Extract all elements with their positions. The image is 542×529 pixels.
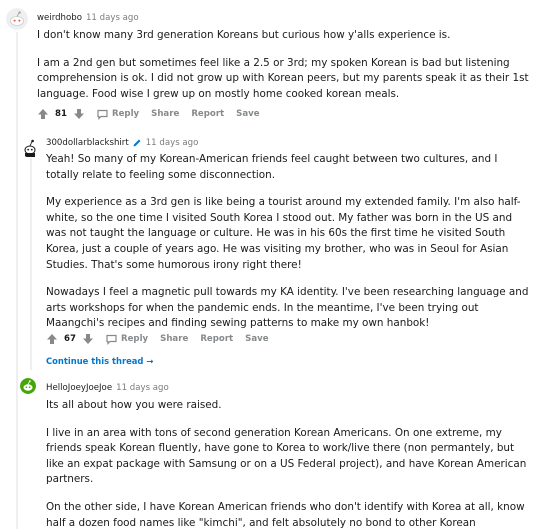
upvote-icon[interactable] (37, 108, 49, 120)
upvote-icon[interactable] (46, 333, 58, 345)
downvote-icon[interactable] (73, 108, 85, 120)
reply-button[interactable]: Reply (106, 334, 148, 345)
comment-body: Yeah! So many of my Korean-American frie… (46, 152, 532, 332)
downvote-icon[interactable] (82, 333, 94, 345)
comment-paragraph: Nowadays I feel a magnetic pull towards … (46, 286, 529, 330)
comment-meta: HelloJoeyJoeJoe 11 days ago (46, 383, 169, 393)
snoo-avatar-icon (20, 378, 36, 394)
comment-bubble-icon (97, 109, 108, 120)
snoo-avatar-icon (6, 8, 28, 30)
comment-body: Its all about how you were raised. I liv… (46, 398, 532, 529)
comment-paragraph: I am a 2nd gen but sometimes feel like a… (37, 56, 529, 100)
username[interactable]: HelloJoeyJoeJoe (46, 383, 112, 393)
share-button[interactable]: Share (151, 109, 179, 119)
reply-button[interactable]: Reply (97, 109, 139, 120)
comment-actions: 67 Reply Share Report Save (46, 333, 269, 345)
save-button[interactable]: Save (236, 109, 259, 119)
username[interactable]: weirdhobo (37, 13, 82, 23)
continue-thread-link[interactable]: Continue this thread → (46, 356, 153, 366)
snoo-avatar-icon (20, 136, 42, 158)
comment-bubble-icon (106, 334, 117, 345)
share-button[interactable]: Share (160, 334, 188, 344)
comment-body: I don't know many 3rd generation Koreans… (37, 28, 532, 102)
timestamp[interactable]: 11 days ago (116, 383, 169, 393)
comment-paragraph: I live in an area with tons of second ge… (46, 426, 527, 486)
vote-score: 67 (64, 334, 76, 344)
vote-score: 81 (55, 109, 67, 119)
reply-label: Reply (111, 109, 140, 119)
avatar[interactable] (6, 8, 28, 30)
comment-paragraph: I don't know many 3rd generation Koreans… (37, 29, 451, 41)
comment-paragraph: Its all about how you were raised. (46, 399, 222, 411)
thread-line-1[interactable] (16, 32, 18, 529)
comment-meta: weirdhobo 11 days ago (37, 13, 139, 23)
reply-label: Reply (120, 334, 149, 344)
pen-icon (133, 139, 141, 147)
avatar[interactable] (20, 378, 36, 394)
comment-meta: 300dollarblackshirt 11 days ago (46, 138, 198, 148)
report-button[interactable]: Report (200, 334, 233, 344)
save-button[interactable]: Save (245, 334, 268, 344)
username[interactable]: 300dollarblackshirt (46, 138, 129, 148)
report-button[interactable]: Report (191, 109, 224, 119)
timestamp[interactable]: 11 days ago (146, 138, 199, 148)
timestamp[interactable]: 11 days ago (86, 13, 139, 23)
comment-paragraph: My experience as a 3rd gen is like being… (46, 196, 521, 271)
avatar[interactable] (20, 136, 42, 158)
thread-line-2[interactable] (30, 152, 32, 370)
comment-paragraph: On the other side, I have Korean America… (46, 500, 525, 529)
comment-actions: 81 Reply Share Report Save (37, 108, 260, 120)
comment-paragraph: Yeah! So many of my Korean-American frie… (46, 153, 498, 181)
